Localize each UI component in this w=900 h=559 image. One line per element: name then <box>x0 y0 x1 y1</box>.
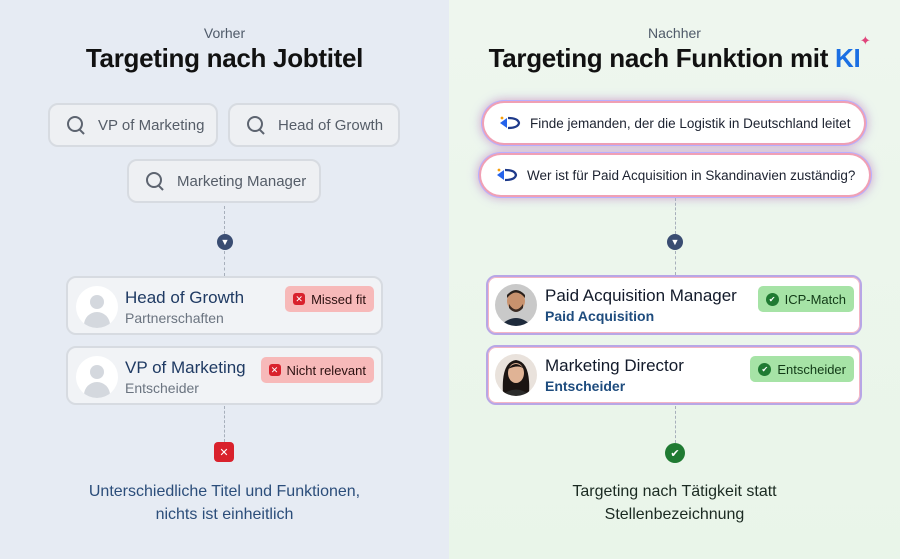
check-icon: ✔ <box>665 443 685 463</box>
sparkle-icon: ✦ <box>859 33 871 48</box>
status-badge: ✔ ICP-Match <box>757 286 854 312</box>
connector-line <box>224 251 225 276</box>
search-icon <box>66 115 86 135</box>
card-title: Head of Growth <box>125 288 245 307</box>
avatar <box>495 354 537 396</box>
card-title: VP of Marketing <box>125 358 246 377</box>
search-chip-marketing-manager[interactable]: Marketing Manager <box>127 159 321 203</box>
conclusion-line: Unterschiedliche Titel und Funktionen, <box>88 483 361 500</box>
status-badge: ✕ Missed fit <box>285 286 374 312</box>
badge-label: Nicht relevant <box>286 362 366 378</box>
card-title: Marketing Director <box>545 356 684 375</box>
after-eyebrow: Nachher <box>648 25 701 41</box>
chip-label: VP of Marketing <box>98 116 205 134</box>
ai-prompt-logistik[interactable]: Finde jemanden, der die Logistik in Deut… <box>484 103 864 143</box>
result-card-head-growth[interactable]: Head of Growth Partnerschaften ✕ Missed … <box>66 276 383 335</box>
conclusion-line: Stellenbezeichnung <box>604 506 745 523</box>
before-conclusion: Unterschiedliche Titel und Funktionen, n… <box>0 480 449 526</box>
connector-line <box>224 406 225 442</box>
connector-line <box>675 406 676 443</box>
check-icon: ✔ <box>758 362 772 376</box>
result-card-vp-marketing[interactable]: VP of Marketing Entscheider ✕ Nicht rele… <box>66 346 383 405</box>
card-subtitle: Paid Acquisition <box>545 308 655 324</box>
badge-label: ICP-Match <box>784 291 846 307</box>
prompt-text: Finde jemanden, der die Logistik in Deut… <box>530 115 851 131</box>
result-card-marketing-director[interactable]: Marketing Director Entscheider ✔ Entsche… <box>486 345 862 405</box>
connector-line <box>675 251 676 275</box>
search-icon <box>145 171 165 191</box>
x-icon: ✕ <box>214 442 234 462</box>
chevron-down-icon: ▼ <box>667 234 683 250</box>
status-badge: ✕ Nicht relevant <box>260 357 374 383</box>
chip-label: Marketing Manager <box>177 172 307 190</box>
search-chip-head-growth[interactable]: Head of Growth <box>228 103 400 147</box>
search-icon <box>246 115 266 135</box>
badge-label: Missed fit <box>311 291 366 307</box>
avatar-placeholder <box>76 356 118 398</box>
card-subtitle: Partnerschaften <box>125 310 224 326</box>
card-subtitle: Entscheider <box>125 380 199 396</box>
ai-sparkle-icon <box>495 167 519 183</box>
title-prefix: Targeting nach Funktion mit <box>488 43 829 73</box>
after-title: Targeting nach Funktion mit KI ✦ <box>449 33 900 74</box>
after-conclusion: Targeting nach Tätigkeit statt Stellenbe… <box>449 480 900 526</box>
connector-line <box>224 206 225 234</box>
x-icon: ✕ <box>268 364 281 376</box>
card-title: Paid Acquisition Manager <box>545 286 737 305</box>
before-title: Targeting nach Jobtitel <box>85 43 364 73</box>
connector-line <box>675 198 676 234</box>
status-badge: ✔ Entscheider <box>750 356 854 382</box>
avatar <box>495 284 537 326</box>
conclusion-line: Targeting nach Tätigkeit statt <box>572 483 777 500</box>
ki-label: KI ✦ <box>835 33 871 73</box>
avatar-placeholder <box>76 286 118 328</box>
before-panel: Vorher Targeting nach Jobtitel VP of Mar… <box>0 0 449 559</box>
prompt-text: Wer ist für Paid Acquisition in Skandina… <box>527 167 856 183</box>
before-eyebrow: Vorher <box>203 25 246 41</box>
card-subtitle: Entscheider <box>545 378 626 394</box>
ki-text: KI <box>835 43 861 73</box>
chevron-down-icon: ▼ <box>217 234 233 250</box>
search-chip-vp-marketing[interactable]: VP of Marketing <box>48 103 218 147</box>
conclusion-line: nichts ist einheitlich <box>155 506 294 523</box>
badge-label: Entscheider <box>777 361 846 377</box>
x-icon: ✕ <box>293 293 306 305</box>
ai-sparkle-icon <box>498 115 522 131</box>
chip-label: Head of Growth <box>278 116 384 134</box>
ai-prompt-paid-acquisition[interactable]: Wer ist für Paid Acquisition in Skandina… <box>481 155 869 195</box>
result-card-paid-acquisition[interactable]: Paid Acquisition Manager Paid Acquisitio… <box>486 275 862 335</box>
check-icon: ✔ <box>765 292 779 306</box>
after-panel: Nachher Targeting nach Funktion mit KI ✦ … <box>449 0 900 559</box>
